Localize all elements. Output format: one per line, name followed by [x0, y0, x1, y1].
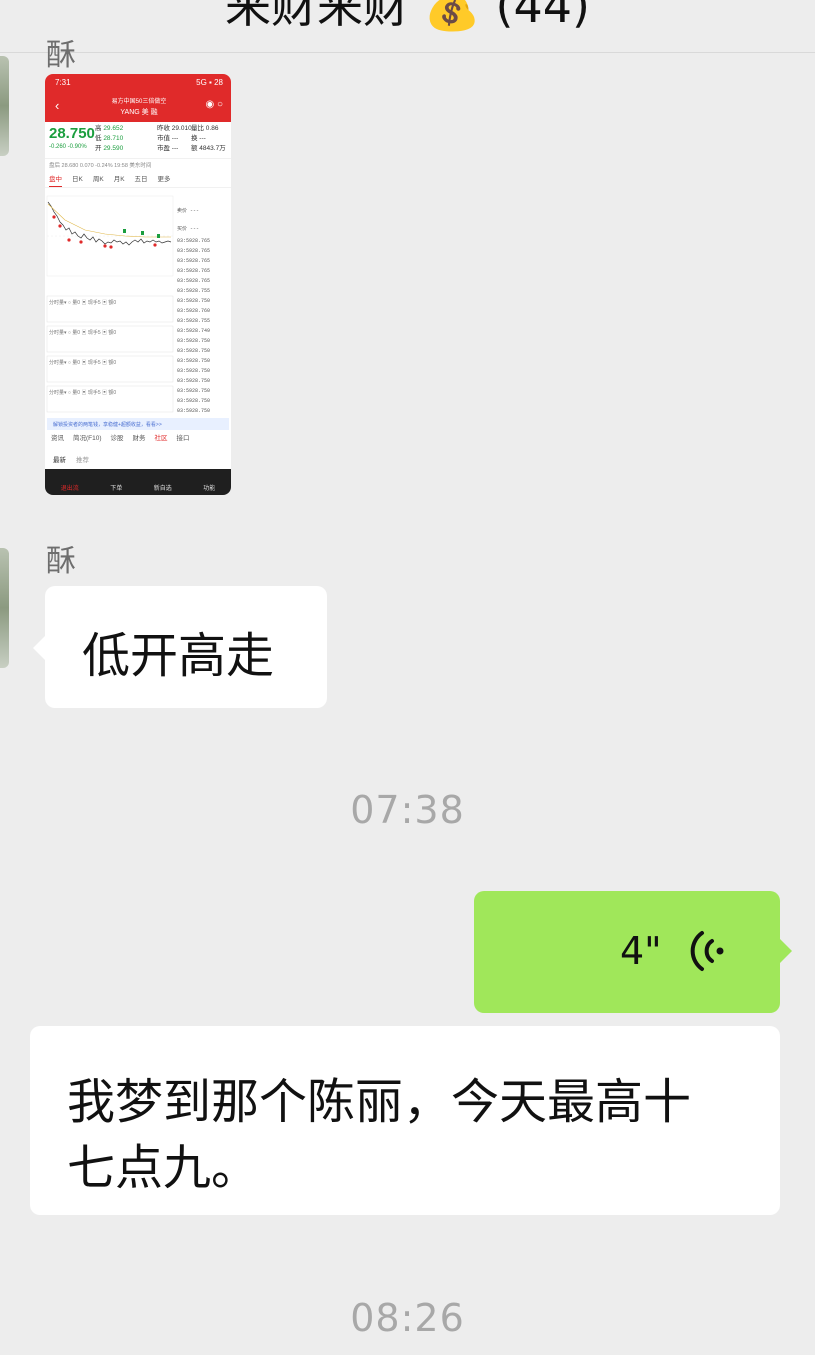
message-text-line2: 七点九。	[67, 1140, 260, 1196]
sender-name: 酥	[46, 38, 76, 73]
svg-text:03:5928.750: 03:5928.750	[177, 348, 210, 354]
status-time: 7:31	[55, 78, 71, 87]
avatar[interactable]	[0, 548, 9, 668]
svg-text:03:5928.750: 03:5928.750	[177, 408, 210, 414]
stock-stats-3: 量比 0.86 换 --- 额 4843.7万	[191, 125, 226, 152]
price-row: 28.750 -0.260 -0.90% 高 29.652 低 28.710 开…	[45, 122, 231, 158]
svg-text:03:5928.750: 03:5928.750	[177, 368, 210, 374]
svg-text:03:5928.750: 03:5928.750	[177, 338, 210, 344]
svg-text:03:5928.765: 03:5928.765	[177, 278, 210, 284]
stock-nav: ‹ 易方中国50三倍做空 YANG 美 融 ◉ ○	[45, 92, 231, 122]
text-message[interactable]: 我梦到那个陈丽，今天最高十 七点九。	[30, 1026, 780, 1215]
message-text: 低开高走	[82, 628, 275, 684]
svg-text:03:5928.750: 03:5928.750	[177, 378, 210, 384]
svg-text:03:5928.765: 03:5928.765	[177, 258, 210, 264]
svg-text:分时量▾ ○ 量0 ▣ 现手5 ▣ 额0: 分时量▾ ○ 量0 ▣ 现手5 ▣ 额0	[49, 299, 116, 306]
svg-text:03:5928.765: 03:5928.765	[177, 268, 210, 274]
svg-text:03:5928.750: 03:5928.750	[177, 388, 210, 394]
svg-text:分时量▾ ○ 量0 ▣ 现手5 ▣ 额0: 分时量▾ ○ 量0 ▣ 现手5 ▣ 额0	[49, 359, 116, 366]
timestamp: 08:26	[350, 1296, 465, 1340]
back-icon: ‹	[55, 98, 60, 113]
svg-text:卖价 ---: 卖价 ---	[177, 208, 199, 214]
latest-row: 最新 推荐	[53, 457, 89, 464]
svg-text:分时量▾ ○ 量0 ▣ 现手5 ▣ 额0: 分时量▾ ○ 量0 ▣ 现手5 ▣ 额0	[49, 329, 116, 336]
svg-text:03:5928.765: 03:5928.765	[177, 238, 210, 244]
search-icon: ◉ ○	[205, 99, 223, 110]
image-message[interactable]: 7:31 5G ▪ 28 ‹ 易方中国50三倍做空 YANG 美 融 ◉ ○ 2…	[45, 74, 231, 495]
status-bar: 7:31 5G ▪ 28	[45, 74, 231, 92]
svg-text:03:5928.750: 03:5928.750	[177, 358, 210, 364]
timestamp: 07:38	[350, 788, 465, 832]
message-text-line1: 我梦到那个陈丽，今天最高十	[67, 1074, 692, 1130]
stock-price: 28.750	[49, 125, 95, 142]
chart-tabs: 盘中 日K 周K 月K 五日 更多	[45, 173, 231, 188]
stock-code: YANG 美 融	[120, 109, 158, 116]
svg-text:03:5928.755: 03:5928.755	[177, 318, 210, 324]
chat-header: 来财来财 💰 (44)	[0, 0, 815, 53]
svg-text:03:5928.750: 03:5928.750	[177, 298, 210, 304]
svg-text:买价 ---: 买价 ---	[177, 225, 199, 232]
stock-footer: 退出流 下单 新自选 功能	[45, 469, 231, 495]
text-message[interactable]: 低开高走	[33, 586, 327, 708]
stock-stats-2: 昨收 29.010 市值 --- 市盈 ---	[157, 125, 192, 152]
status-icons: 5G ▪ 28	[196, 78, 223, 87]
stock-stats: 高 29.652 低 28.710 开 29.590	[95, 125, 124, 152]
stock-name: 易方中国50三倍做空	[111, 99, 167, 105]
svg-text:03:5928.755: 03:5928.755	[177, 288, 210, 294]
voice-message[interactable]: 4"	[474, 891, 792, 1013]
avatar[interactable]	[0, 56, 9, 156]
svg-text:分时量▾ ○ 量0 ▣ 现手5 ▣ 额0: 分时量▾ ○ 量0 ▣ 现手5 ▣ 额0	[49, 389, 116, 396]
after-hours-line: 盘后 28.680 0.070 -0.24% 19:58 美东时间	[45, 158, 231, 173]
svg-text:03:5928.749: 03:5928.749	[177, 328, 210, 334]
svg-text:03:5928.760: 03:5928.760	[177, 308, 210, 314]
voice-duration: 4"	[620, 929, 662, 973]
svg-text:03:5928.765: 03:5928.765	[177, 248, 210, 254]
chat-title[interactable]: 来财来财 💰 (44)	[0, 0, 815, 36]
sender-name: 酥	[46, 544, 76, 579]
svg-text:解锁投资者的两笔钱，享稳健+超额收益，看看>>: 解锁投资者的两笔钱，享稳健+超额收益，看看>>	[53, 421, 162, 428]
voice-wave-icon	[690, 931, 724, 971]
stock-bottom-tabs: 资讯 简况(F10) 诊股 财务 社区 接口	[51, 435, 190, 442]
svg-text:03:5928.750: 03:5928.750	[177, 398, 210, 404]
stock-change: -0.260 -0.90%	[49, 144, 87, 150]
